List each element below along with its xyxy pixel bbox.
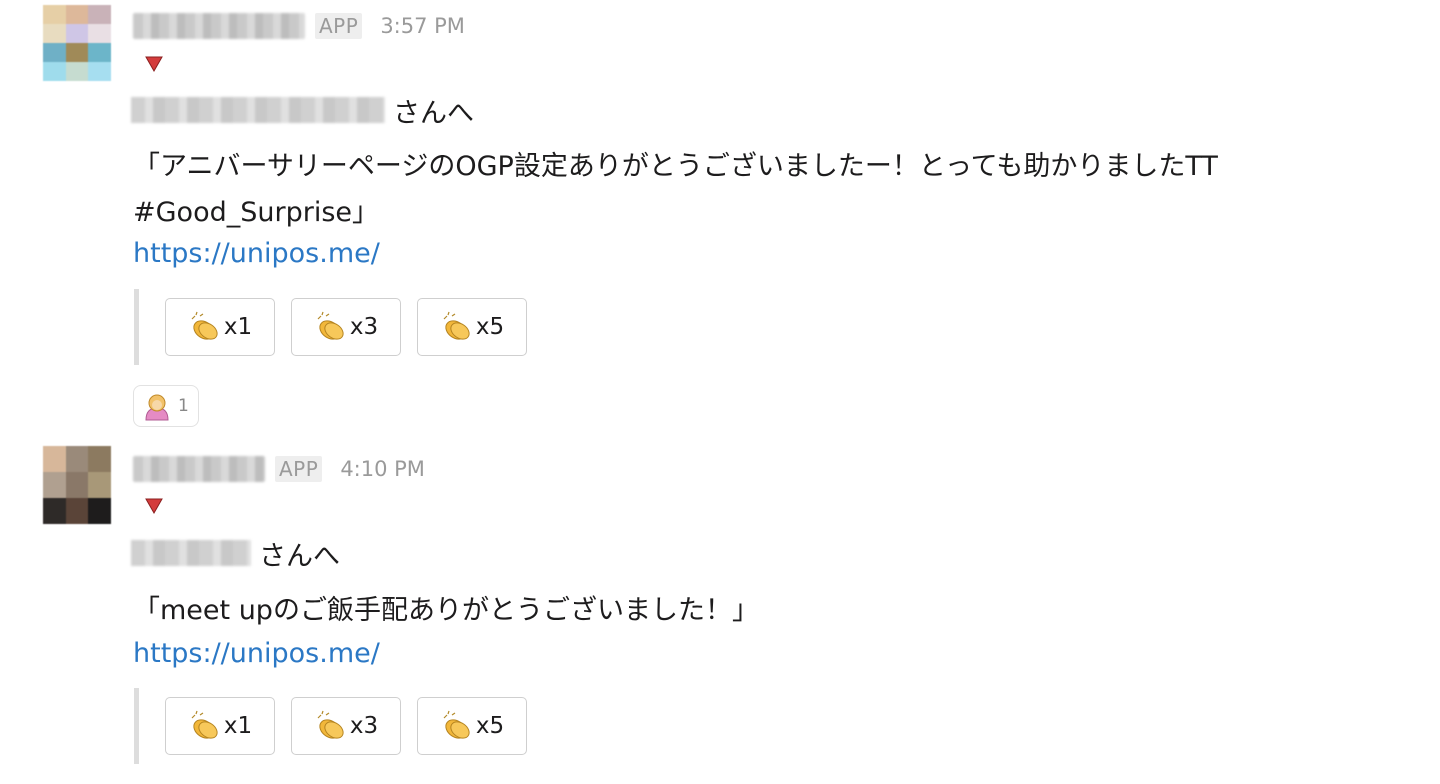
person-bowing-icon bbox=[145, 394, 169, 421]
clapping-hands-icon bbox=[317, 311, 344, 340]
message-body: 「アニバーサリーページのOGP設定ありがとうございましたー！とっても助かりました… bbox=[133, 151, 1218, 228]
message-body: 「meet upのご飯手配ありがとうございました！」 bbox=[133, 595, 759, 626]
clap-label: x5 bbox=[475, 713, 505, 739]
clap-label: x3 bbox=[349, 713, 379, 739]
avatar[interactable] bbox=[43, 5, 111, 81]
clapping-hands-icon bbox=[317, 710, 344, 739]
red-triangle-down-icon bbox=[145, 498, 163, 515]
sender-name-redacted[interactable] bbox=[133, 13, 305, 39]
clap-label: x1 bbox=[223, 314, 253, 340]
clapping-hands-icon bbox=[443, 710, 470, 739]
clap-x1-button[interactable]: x1 bbox=[165, 298, 275, 356]
attachment-actions: x1 x3 x5 bbox=[134, 688, 527, 764]
clap-x3-button[interactable]: x3 bbox=[291, 697, 401, 755]
attachment-actions: x1 x3 x5 bbox=[134, 289, 527, 365]
message-header: APP 4:10 PM bbox=[133, 451, 425, 487]
recipient-line: さんへ bbox=[131, 533, 340, 573]
app-badge: APP bbox=[275, 456, 323, 482]
recipient-name-redacted bbox=[131, 540, 251, 566]
clapping-hands-icon bbox=[191, 311, 218, 340]
clap-label: x5 bbox=[475, 314, 505, 340]
timestamp[interactable]: 4:10 PM bbox=[340, 457, 425, 481]
app-badge: APP bbox=[315, 13, 363, 39]
reaction-pill[interactable]: 1 bbox=[133, 385, 199, 427]
avatar[interactable] bbox=[43, 446, 111, 524]
clap-x5-button[interactable]: x5 bbox=[417, 697, 527, 755]
reaction-count: 1 bbox=[178, 396, 189, 416]
message-header: APP 3:57 PM bbox=[133, 8, 465, 44]
message-link[interactable]: https://unipos.me/ bbox=[133, 638, 380, 669]
recipient-suffix: さんへ bbox=[259, 540, 340, 572]
clap-x1-button[interactable]: x1 bbox=[165, 697, 275, 755]
clap-x5-button[interactable]: x5 bbox=[417, 298, 527, 356]
clap-x3-button[interactable]: x3 bbox=[291, 298, 401, 356]
recipient-name-redacted bbox=[131, 97, 385, 123]
clapping-hands-icon bbox=[191, 710, 218, 739]
message-link[interactable]: https://unipos.me/ bbox=[133, 238, 380, 269]
sender-name-redacted[interactable] bbox=[133, 456, 265, 482]
clapping-hands-icon bbox=[443, 311, 470, 340]
clap-label: x1 bbox=[223, 713, 253, 739]
red-triangle-down-icon bbox=[145, 56, 163, 73]
recipient-line: さんへ bbox=[131, 90, 474, 130]
clap-label: x3 bbox=[349, 314, 379, 340]
recipient-suffix: さんへ bbox=[393, 97, 474, 129]
timestamp[interactable]: 3:57 PM bbox=[380, 14, 465, 38]
